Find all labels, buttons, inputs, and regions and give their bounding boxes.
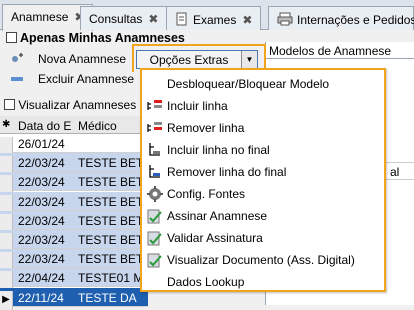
table-row[interactable]: 26/01/24 [0,134,148,156]
menu-item[interactable]: Visualizar Documento (Ass. Digital) [142,249,384,271]
tab-bar: Anamnese ✖ Consultas ✖ Exames ✖ Internações… [0,0,414,31]
table-row[interactable]: 22/04/24 TESTE01 M [0,268,148,291]
column-header-date[interactable]: Data do E [18,119,71,133]
view-anamneses-label: Visualizar Anamneses In [18,98,150,112]
menu-item[interactable]: Config. Fontes [142,183,384,205]
tab-internacoes[interactable]: Internações e Pedidos [268,6,414,30]
insert-row-end-icon [147,142,163,158]
tab-label: Anamnese [11,10,69,24]
cell-doctor: TESTE BET [78,252,144,267]
tab-label: Exames [193,13,237,27]
menu-item-label: Remover linha [167,121,245,135]
tab-exames[interactable]: Exames ✖ [166,6,262,30]
menu-item-label: Config. Fontes [167,187,246,201]
cell-date: 22/03/24 [18,175,65,190]
font-config-icon [147,186,163,202]
cell-date: 22/03/24 [18,194,65,209]
extra-options-menu: Desbloquear/Bloquear Modelo Incluir linha… [140,68,386,292]
sign-icon [147,208,163,224]
cell-doctor: TESTE01 M [78,271,144,286]
menu-item[interactable]: Incluir linha no final [142,139,384,161]
remove-row-icon [147,120,163,136]
table-row[interactable]: 22/03/24 TESTE BET [0,249,148,272]
cell-date: 22/11/24 [18,290,64,305]
row-indicator-icon: ▶ [0,290,13,310]
menu-item[interactable]: Incluir linha [142,95,384,117]
menu-item-label: Desbloquear/Bloquear Modelo [167,77,330,91]
menu-item-label: Dados Lookup [167,275,245,289]
cell-doctor: TESTE BET [78,194,144,209]
new-anamnese-button[interactable]: Nova Anamnese [10,50,126,68]
menu-item-label: Visualizar Documento (Ass. Digital) [167,253,355,267]
column-header-doctor[interactable]: Médico [78,119,117,133]
cell-doctor: TESTE BET [78,213,144,228]
insert-row-icon [147,98,163,114]
table-row[interactable]: 22/03/24 TESTE BET [0,210,148,233]
validate-signature-icon [147,230,163,246]
grid-corner-icon: ✱ [2,119,11,130]
table-row[interactable]: 22/03/24 TESTE BET [0,172,148,195]
menu-item[interactable]: Assinar Anamnese [142,205,384,227]
table-row[interactable]: 22/03/24 TESTE BET [0,153,148,176]
cell-doctor: TESTE DA [78,290,137,305]
only-mine-label: Apenas Minhas Anamneses [20,31,185,45]
tab-label: Consultas [89,12,143,26]
new-anamnese-label: Nova Anamnese [38,52,127,66]
cell-doctor: TESTE BET [78,156,144,171]
models-row-text: al [390,165,400,179]
table-row[interactable]: 22/03/24 TESTE BET [0,191,148,214]
divider [266,58,414,59]
document-icon [176,12,187,26]
models-panel-title: Modelos de Anamnese [269,44,392,58]
checkbox[interactable] [6,32,17,43]
cell-doctor: TESTE BET [78,175,144,190]
cell-date: 22/03/24 [18,252,65,267]
menu-item[interactable]: Desbloquear/Bloquear Modelo [142,73,384,95]
only-mine-checkbox[interactable]: Apenas Minhas Anamneses [6,31,185,45]
remove-row-end-icon [147,164,163,180]
menu-item-label: Incluir linha [167,99,228,113]
tab-label: Internações e Pedidos [297,13,414,27]
menu-item[interactable]: Remover linha do final [142,161,384,183]
checkbox[interactable] [4,99,15,110]
menu-item[interactable]: Validar Assinatura [142,227,384,249]
printer-icon [277,12,293,26]
table-row[interactable]: 22/03/24 TESTE BET [0,230,148,252]
table-row[interactable]: ▶ 22/11/24 TESTE DA [0,287,148,310]
menu-item-label: Validar Assinatura [167,231,263,245]
add-icon [12,53,23,62]
cell-date: 26/01/24 [18,137,65,151]
view-anamneses-checkbox[interactable]: Visualizar Anamneses In [4,98,150,112]
delete-icon [11,77,23,81]
menu-item-label: Assinar Anamnese [167,209,268,223]
close-icon[interactable]: ✖ [148,12,158,26]
cell-date: 22/04/24 [18,271,65,286]
cell-doctor: TESTE BET [78,233,144,247]
delete-anamnese-button[interactable]: Excluir Anamnese [10,70,134,88]
delete-anamnese-label: Excluir Anamnese [38,72,135,86]
cell-date: 22/03/24 [18,233,65,247]
menu-item-label: Remover linha do final [167,165,287,179]
menu-item[interactable]: Dados Lookup [142,271,384,293]
menu-item[interactable]: Remover linha [142,117,384,139]
close-icon[interactable]: ✖ [242,13,252,27]
menu-item-label: Incluir linha no final [167,143,270,157]
view-document-icon [147,252,163,268]
cell-date: 22/03/24 [18,156,65,171]
tab-consultas[interactable]: Consultas ✖ [80,6,168,30]
anamnese-grid: ✱ Data do E Médico 26/01/24 22/03/24 TESTE… [0,116,148,310]
cell-date: 22/03/24 [18,213,65,228]
grid-header: ✱ Data do E Médico [0,116,148,134]
